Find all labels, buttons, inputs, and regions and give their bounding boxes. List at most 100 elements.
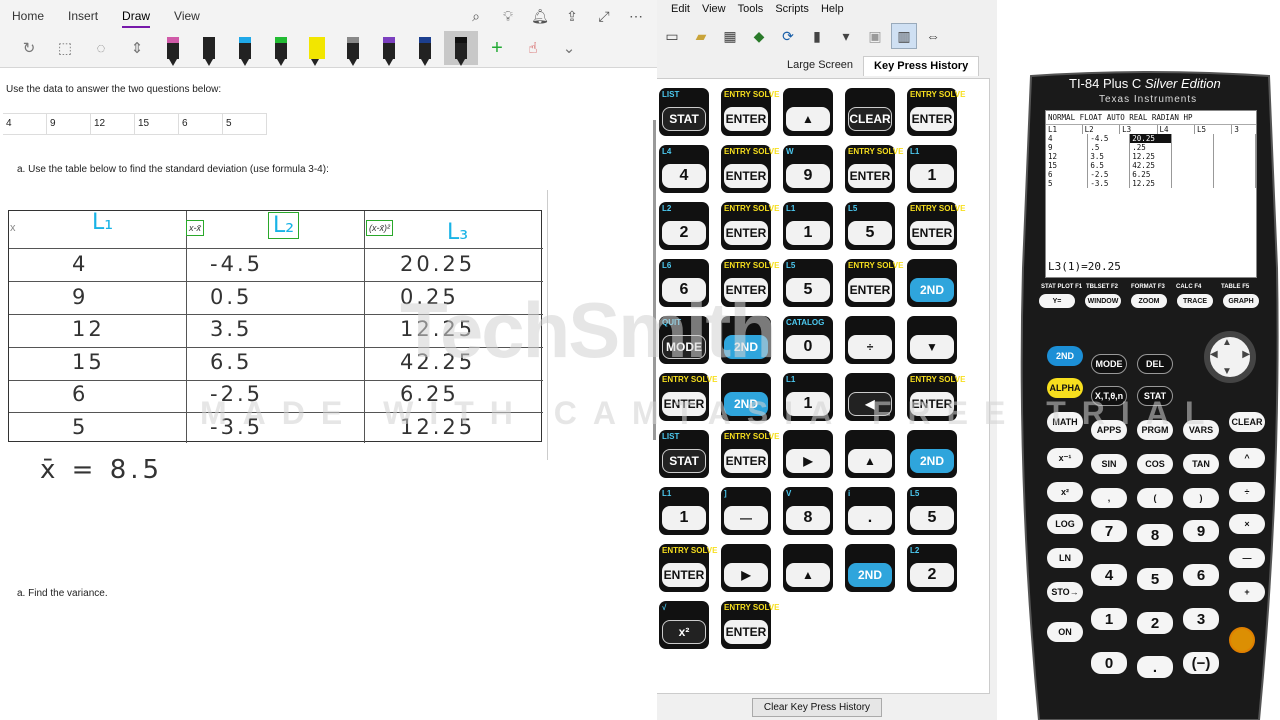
redo-icon[interactable]: ↻	[12, 31, 46, 65]
history-key[interactable]: QUIT MODE	[659, 316, 709, 364]
history-key[interactable]: ▼	[907, 316, 957, 364]
search-icon[interactable]: ⌕	[465, 6, 487, 26]
calc-key-mode[interactable]: MODE	[1091, 354, 1127, 374]
calc-key-math[interactable]: MATH	[1047, 412, 1083, 432]
history-key[interactable]: L2 2	[659, 202, 709, 250]
history-key[interactable]: ENTRY SOLVE ENTER	[721, 259, 779, 307]
history-key[interactable]: LIST STAT	[659, 88, 709, 136]
calc-key-cos[interactable]: COS	[1137, 454, 1173, 474]
history-key[interactable]: ENTRY SOLVE ENTER	[659, 544, 717, 592]
lightbulb-icon[interactable]: 💡︎	[497, 6, 519, 26]
dpad[interactable]: ▲ ▼ ◀ ▶	[1204, 331, 1256, 383]
touch-draw-icon[interactable]: ☝︎	[516, 31, 550, 65]
calc-key-n5[interactable]: 5	[1137, 568, 1173, 590]
history-key[interactable]: ▶	[721, 544, 771, 592]
func-key[interactable]: ZOOM	[1131, 294, 1167, 308]
func-key[interactable]: WINDOW	[1085, 294, 1121, 308]
history-key[interactable]: ENTRY SOLVE ENTER	[721, 601, 779, 649]
insert-space-icon[interactable]: ⇕	[120, 31, 154, 65]
history-key[interactable]: L5 5	[907, 487, 957, 535]
data-cell[interactable]: 4	[3, 114, 47, 134]
bell-icon[interactable]: 🔔︎	[529, 6, 551, 26]
calc-key-sq[interactable]: x²	[1047, 482, 1083, 502]
calc-key-n2[interactable]: 2	[1137, 612, 1173, 634]
history-key[interactable]: ENTRY SOLVE ENTER	[845, 145, 903, 193]
history-key[interactable]: 2ND	[721, 316, 771, 364]
refresh-icon[interactable]: ⟳	[775, 23, 801, 49]
calc-key-neg[interactable]: (−)	[1183, 652, 1219, 674]
history-key[interactable]: ENTRY SOLVE ENTER	[907, 88, 965, 136]
pen-selected-icon[interactable]	[444, 31, 478, 66]
save-icon[interactable]: ▦	[717, 23, 743, 49]
calc-key-inv[interactable]: x⁻¹	[1047, 448, 1083, 468]
data-cell[interactable]: 6	[179, 114, 223, 134]
calc-key-xton[interactable]: X,T,θ,n	[1091, 386, 1127, 406]
add-pen-icon[interactable]: +	[480, 31, 514, 65]
menu-scripts[interactable]: Scripts	[775, 3, 809, 18]
calc-key-prgm[interactable]: PRGM	[1137, 420, 1173, 440]
history-key[interactable]: √ x²	[659, 601, 709, 649]
calc-key-tan[interactable]: TAN	[1183, 454, 1219, 474]
menu-edit[interactable]: Edit	[671, 3, 690, 18]
calc-key-rp[interactable]: )	[1183, 488, 1219, 508]
calc-key-second[interactable]: 2ND	[1047, 346, 1083, 366]
ink-to-text-icon[interactable]: ⬚	[48, 31, 82, 65]
calc-key-lp[interactable]: (	[1137, 488, 1173, 508]
history-key[interactable]: CLEAR	[845, 88, 895, 136]
history-key[interactable]: i.	[845, 487, 895, 535]
data-cell[interactable]: 9	[47, 114, 91, 134]
tab-insert[interactable]: Insert	[56, 0, 110, 30]
open-icon[interactable]: ▭	[659, 23, 685, 49]
calc-key-dot[interactable]: .	[1137, 656, 1173, 678]
history-key[interactable]: CATALOG 0	[783, 316, 833, 364]
history-key[interactable]: ▲	[783, 88, 833, 136]
pen-purple-icon[interactable]	[372, 31, 406, 66]
calc-key-n0[interactable]: 0	[1091, 652, 1127, 674]
calc-key-clear[interactable]: CLEAR	[1229, 412, 1265, 432]
calc-key-n1[interactable]: 1	[1091, 608, 1127, 630]
history-key[interactable]: L5 5	[783, 259, 833, 307]
history-key[interactable]: ENTRY SOLVE ENTER	[721, 88, 779, 136]
calc-key-ln[interactable]: LN	[1047, 548, 1083, 568]
tab-home[interactable]: Home	[0, 0, 56, 30]
history-key[interactable]: L1 1	[783, 373, 833, 421]
calc-key-vars[interactable]: VARS	[1183, 420, 1219, 440]
share-icon[interactable]: ⇪	[561, 6, 583, 26]
pen-navy-icon[interactable]	[408, 31, 442, 66]
pen-blue-icon[interactable]	[228, 31, 262, 66]
cube-icon[interactable]: ◆	[746, 23, 772, 49]
calc-key-alpha[interactable]: ALPHA	[1047, 378, 1083, 398]
history-key[interactable]: ENTRY SOLVE ENTER	[721, 430, 779, 478]
more-icon[interactable]: ⋯	[625, 6, 647, 26]
highlighter-yellow-icon[interactable]	[300, 31, 334, 66]
pen-gray-icon[interactable]	[336, 31, 370, 66]
calc-key-n4[interactable]: 4	[1091, 564, 1127, 586]
history-key[interactable]: ▲	[783, 544, 833, 592]
history-key[interactable]: ENTRY SOLVE ENTER	[907, 202, 965, 250]
func-key[interactable]: GRAPH	[1223, 294, 1259, 308]
history-key[interactable]: ▶	[783, 430, 833, 478]
calc-key-n6[interactable]: 6	[1183, 564, 1219, 586]
calc-key-comma[interactable]: ,	[1091, 488, 1127, 508]
menu-tools[interactable]: Tools	[738, 3, 764, 18]
data-cell[interactable]: 5	[223, 114, 267, 134]
lasso-icon[interactable]: ◌	[84, 31, 118, 65]
history-key[interactable]: W9	[783, 145, 833, 193]
history-key[interactable]: L6 6	[659, 259, 709, 307]
history-key[interactable]: L1 1	[907, 145, 957, 193]
history-key[interactable]: ÷	[845, 316, 895, 364]
key-history-icon[interactable]: ▥	[891, 23, 917, 49]
history-key[interactable]: ▲	[845, 430, 895, 478]
history-key[interactable]: ◀	[845, 373, 895, 421]
history-key[interactable]: 2ND	[721, 373, 771, 421]
calc-model-icon[interactable]: ▮	[804, 23, 830, 49]
tab-key-press-history[interactable]: Key Press History	[863, 56, 980, 76]
history-key[interactable]: V8	[783, 487, 833, 535]
expand-icon[interactable]: ⤢	[593, 6, 615, 26]
calc-key-n8[interactable]: 8	[1137, 524, 1173, 546]
clear-history-button[interactable]: Clear Key Press History	[752, 698, 882, 717]
calc-key-pow[interactable]: ^	[1229, 448, 1265, 468]
calc-key-stat[interactable]: STAT	[1137, 386, 1173, 406]
history-key[interactable]: LIST STAT	[659, 430, 709, 478]
arrow-left-icon[interactable]: ◀	[1210, 349, 1218, 360]
